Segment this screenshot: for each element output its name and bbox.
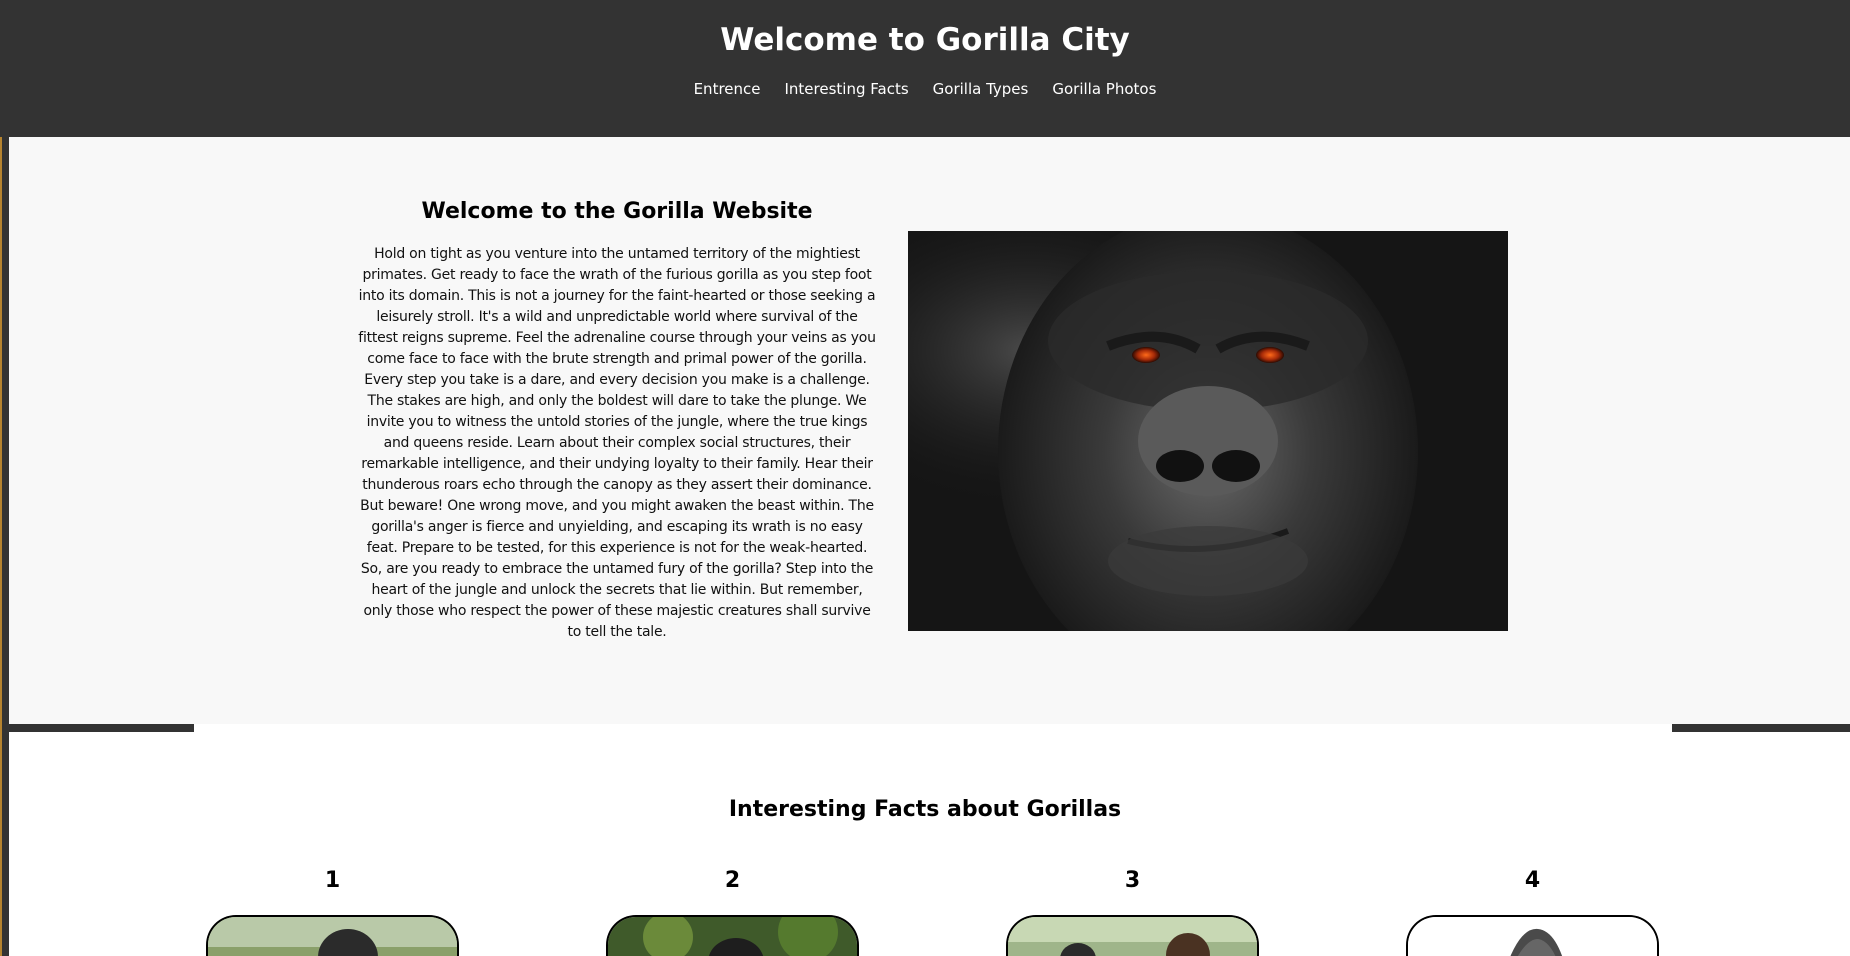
nav-link-gorilla-photos[interactable]: Gorilla Photos	[1052, 80, 1156, 98]
fact-card-3: 3	[1006, 866, 1259, 956]
fact-image	[1406, 915, 1659, 956]
fact-number: 1	[324, 868, 341, 893]
fact-number: 4	[1524, 868, 1541, 893]
fact-number: 3	[1124, 868, 1141, 893]
fact-card-2: 2	[606, 866, 859, 956]
gorilla-face-illustration	[908, 231, 1508, 631]
main-nav: Entrence Interesting Facts Gorilla Types…	[0, 80, 1850, 98]
fact-image	[606, 915, 859, 956]
fact-image	[206, 915, 459, 956]
facts-heading: Interesting Facts about Gorillas	[728, 797, 1122, 822]
nav-link-interesting-facts[interactable]: Interesting Facts	[785, 80, 909, 98]
section-divider-left	[9, 724, 194, 732]
nav-link-gorilla-types[interactable]: Gorilla Types	[933, 80, 1029, 98]
intro-text-block: Welcome to the Gorilla Website Hold on t…	[357, 199, 877, 643]
fact-card-4: 4	[1406, 866, 1659, 956]
site-header: Welcome to Gorilla City Entrence Interes…	[0, 0, 1850, 137]
intro-section: Welcome to the Gorilla Website Hold on t…	[9, 137, 1850, 724]
intro-heading: Welcome to the Gorilla Website	[421, 199, 813, 224]
nav-link-entrence[interactable]: Entrence	[694, 80, 761, 98]
fact-number: 2	[724, 868, 741, 893]
fact-card-1: 1	[206, 866, 459, 956]
intro-paragraph: Hold on tight as you venture into the un…	[358, 246, 876, 640]
site-title: Welcome to Gorilla City	[720, 22, 1130, 58]
gorilla-face-photo	[908, 231, 1508, 631]
fact-image	[1006, 915, 1259, 956]
section-divider-right	[1672, 724, 1850, 732]
